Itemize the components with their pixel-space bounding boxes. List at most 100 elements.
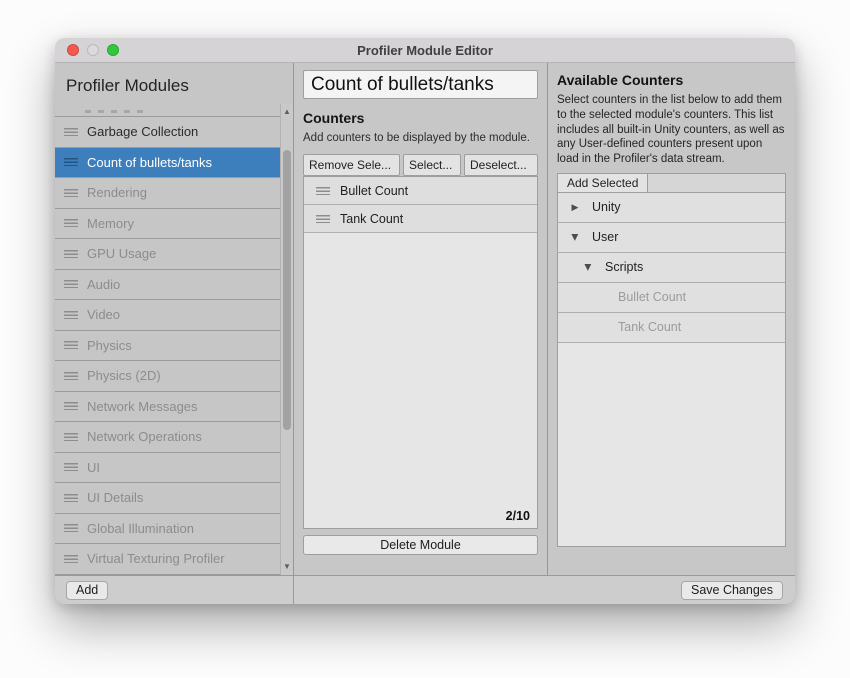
drag-handle-icon[interactable] xyxy=(64,280,78,288)
counter-label: Bullet Count xyxy=(340,184,408,198)
module-row[interactable]: Garbage Collection xyxy=(55,117,280,148)
minimize-window-button[interactable] xyxy=(87,44,99,56)
available-counters-tree: ▶ Unity ▶ User ▶ Scripts ▶Bullet Count▶Tank Co… xyxy=(557,193,786,547)
module-row[interactable]: Virtual Texturing Profiler xyxy=(55,544,280,575)
module-row[interactable]: GPU Usage xyxy=(55,239,280,270)
module-label: UI Details xyxy=(87,490,143,505)
tree-label: Unity xyxy=(592,200,620,214)
traffic-lights xyxy=(67,38,119,62)
modules-scrollbar[interactable]: ▲ ▼ xyxy=(280,104,293,575)
drag-handle-icon[interactable] xyxy=(316,215,330,223)
module-row[interactable]: Physics (2D) xyxy=(55,361,280,392)
drag-handle-icon[interactable] xyxy=(64,189,78,197)
module-label: Physics (2D) xyxy=(87,368,161,383)
title-bar[interactable]: Profiler Module Editor xyxy=(55,38,795,63)
profiler-module-editor-window: Profiler Module Editor Profiler Modules … xyxy=(55,38,795,604)
module-row[interactable]: Count of bullets/tanks xyxy=(55,148,280,179)
profiler-modules-panel: Profiler Modules Garbage CollectionCount… xyxy=(55,63,293,575)
footer-divider xyxy=(293,576,294,604)
module-row[interactable]: Rendering xyxy=(55,178,280,209)
module-row[interactable]: Memory xyxy=(55,209,280,240)
tree-row[interactable]: ▶ User xyxy=(558,223,785,253)
clipped-text-fragment xyxy=(85,110,145,113)
counter-label: Tank Count xyxy=(340,212,403,226)
module-row[interactable]: UI Details xyxy=(55,483,280,514)
drag-handle-icon[interactable] xyxy=(64,372,78,380)
tree-label: Bullet Count xyxy=(618,290,686,304)
module-label: Garbage Collection xyxy=(87,124,198,139)
drag-handle-icon[interactable] xyxy=(64,524,78,532)
remove-selected-button[interactable]: Remove Sele... xyxy=(303,154,400,176)
available-counters-toolbar: Add Selected xyxy=(557,173,786,193)
drag-handle-icon[interactable] xyxy=(64,250,78,258)
module-label: Video xyxy=(87,307,120,322)
drag-handle-icon[interactable] xyxy=(64,402,78,410)
drag-handle-icon[interactable] xyxy=(64,433,78,441)
foldout-expanded-icon[interactable]: ▶ xyxy=(570,228,581,246)
scroll-down-icon[interactable]: ▼ xyxy=(281,561,293,573)
module-row[interactable]: UI xyxy=(55,453,280,484)
module-label: GPU Usage xyxy=(87,246,156,261)
module-name-input[interactable] xyxy=(303,70,538,99)
modules-list: Garbage Collection Count of bullets/tanks… xyxy=(55,104,280,575)
tree-row[interactable]: ▶Tank Count xyxy=(558,313,785,343)
counters-list: Bullet Count Tank Count 2/10 xyxy=(303,176,538,529)
select-all-button[interactable]: Select... xyxy=(403,154,461,176)
module-label: Virtual Texturing Profiler xyxy=(87,551,225,566)
tree-row[interactable]: ▶ Scripts xyxy=(558,253,785,283)
module-row[interactable]: Network Messages xyxy=(55,392,280,423)
drag-handle-icon[interactable] xyxy=(64,555,78,563)
module-row[interactable]: Global Illumination xyxy=(55,514,280,545)
drag-handle-icon[interactable] xyxy=(64,463,78,471)
drag-handle-icon[interactable] xyxy=(64,219,78,227)
module-label: Global Illumination xyxy=(87,521,194,536)
add-module-button[interactable]: Add xyxy=(66,581,108,600)
available-counters-panel: Available Counters Select counters in th… xyxy=(548,63,795,575)
add-selected-button[interactable]: Add Selected xyxy=(558,174,648,192)
module-row[interactable]: Video xyxy=(55,300,280,331)
module-label: Audio xyxy=(87,277,120,292)
close-window-button[interactable] xyxy=(67,44,79,56)
zoom-window-button[interactable] xyxy=(107,44,119,56)
tree-label: Scripts xyxy=(605,260,643,274)
footer-bar: Add Save Changes xyxy=(55,575,795,604)
module-editor-panel: Counters Add counters to be displayed by… xyxy=(294,63,547,575)
drag-handle-icon[interactable] xyxy=(64,341,78,349)
scroll-up-icon[interactable]: ▲ xyxy=(281,106,293,118)
counters-toolbar: Remove Sele... Select... Deselect... xyxy=(303,154,538,176)
module-label: Physics xyxy=(87,338,132,353)
module-row[interactable]: Network Operations xyxy=(55,422,280,453)
module-row[interactable]: Audio xyxy=(55,270,280,301)
tree-row[interactable]: ▶Bullet Count xyxy=(558,283,785,313)
drag-handle-icon[interactable] xyxy=(64,128,78,136)
delete-module-button[interactable]: Delete Module xyxy=(303,535,538,555)
available-counters-description: Select counters in the list below to add… xyxy=(557,93,786,167)
drag-handle-icon[interactable] xyxy=(64,311,78,319)
foldout-expanded-icon[interactable]: ▶ xyxy=(583,258,594,276)
counter-row[interactable]: Bullet Count xyxy=(304,177,537,205)
module-label: Network Operations xyxy=(87,429,202,444)
module-row-clipped[interactable] xyxy=(55,104,280,117)
module-row[interactable]: Physics xyxy=(55,331,280,362)
foldout-collapsed-icon[interactable]: ▶ xyxy=(566,202,584,213)
tree-row[interactable]: ▶ Unity xyxy=(558,193,785,223)
counter-count-indicator: 2/10 xyxy=(304,509,537,528)
drag-handle-icon[interactable] xyxy=(64,494,78,502)
counters-empty-area xyxy=(304,233,537,509)
save-changes-button[interactable]: Save Changes xyxy=(681,581,783,600)
deselect-all-button[interactable]: Deselect... xyxy=(464,154,538,176)
drag-handle-icon[interactable] xyxy=(316,187,330,195)
module-label: UI xyxy=(87,460,100,475)
available-counters-heading: Available Counters xyxy=(557,72,786,88)
module-label: Count of bullets/tanks xyxy=(87,155,212,170)
scrollbar-thumb[interactable] xyxy=(283,150,291,430)
counter-row[interactable]: Tank Count xyxy=(304,205,537,233)
window-title: Profiler Module Editor xyxy=(55,43,795,58)
tree-label: Tank Count xyxy=(618,320,681,334)
module-label: Network Messages xyxy=(87,399,198,414)
drag-handle-icon[interactable] xyxy=(64,158,78,166)
tree-label: User xyxy=(592,230,618,244)
module-label: Rendering xyxy=(87,185,147,200)
counters-heading: Counters xyxy=(303,110,538,126)
counters-description: Add counters to be displayed by the modu… xyxy=(303,131,538,145)
